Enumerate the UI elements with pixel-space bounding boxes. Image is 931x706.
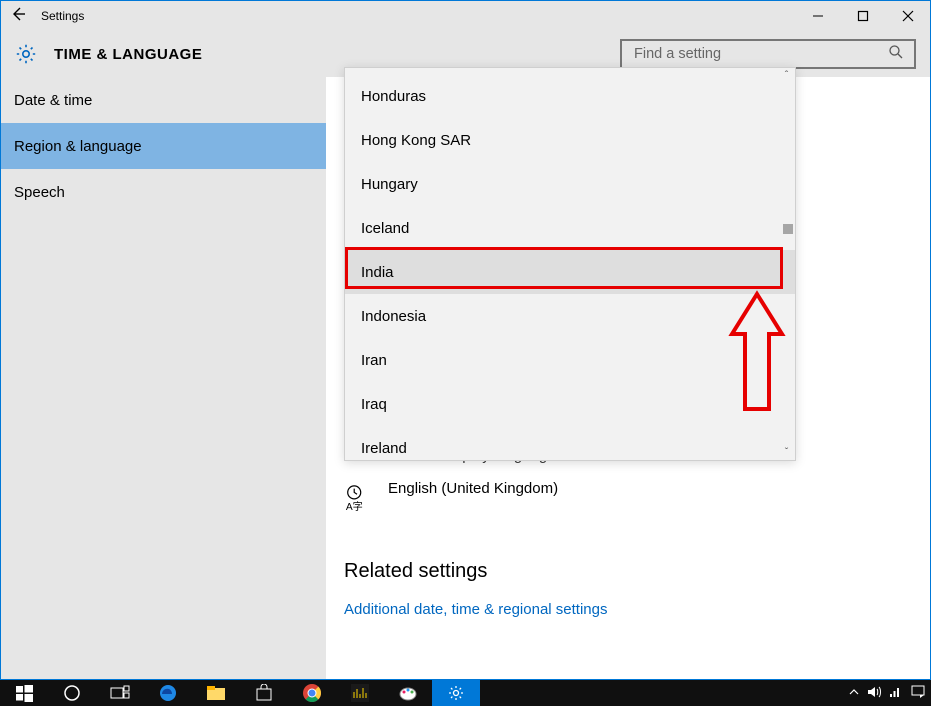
sidebar-item-speech[interactable]: Speech	[1, 169, 326, 215]
tray-notifications-icon[interactable]	[911, 685, 925, 702]
edge-icon[interactable]	[144, 680, 192, 706]
dropdown-item[interactable]: Iraq	[345, 382, 795, 426]
task-view-icon[interactable]	[96, 680, 144, 706]
dropdown-item-india[interactable]: India	[345, 250, 795, 294]
dropdown-item[interactable]: Indonesia	[345, 294, 795, 338]
sidebar-item-region-language[interactable]: Region & language	[1, 123, 326, 169]
maximize-button[interactable]	[840, 1, 885, 31]
dropdown-item[interactable]: Iran	[345, 338, 795, 382]
dropdown-item[interactable]: Honduras	[345, 74, 795, 118]
scroll-down-button[interactable]: ˇ	[778, 444, 795, 461]
start-button[interactable]	[0, 680, 48, 706]
paint-icon[interactable]	[384, 680, 432, 706]
scroll-up-button[interactable]: ˆ	[778, 67, 795, 84]
related-settings-link[interactable]: Additional date, time & regional setting…	[344, 601, 930, 618]
tray-chevron-icon[interactable]	[849, 687, 859, 700]
back-button[interactable]	[9, 5, 27, 28]
sidebar-item-label: Date & time	[14, 92, 92, 109]
clock-language-icon: A字	[344, 482, 370, 512]
app-icon-1[interactable]	[336, 680, 384, 706]
search-icon[interactable]	[888, 44, 904, 65]
store-icon[interactable]	[240, 680, 288, 706]
window-title: Settings	[41, 9, 84, 23]
tray-network-icon[interactable]	[889, 686, 903, 701]
search-input[interactable]	[632, 45, 882, 63]
search-box[interactable]	[620, 39, 916, 69]
related-settings-heading: Related settings	[344, 560, 930, 583]
language-row[interactable]: A字 English (United Kingdom)	[344, 480, 930, 512]
chrome-icon[interactable]	[288, 680, 336, 706]
settings-taskbar-icon[interactable]	[432, 680, 480, 706]
dropdown-item[interactable]: Hungary	[345, 162, 795, 206]
svg-text:A字: A字	[346, 500, 363, 512]
scrollbar-thumb[interactable]	[783, 224, 793, 234]
sidebar-item-label: Region & language	[14, 138, 142, 155]
language-name: English (United Kingdom)	[388, 480, 558, 497]
page-title: TIME & LANGUAGE	[54, 46, 202, 63]
taskbar[interactable]	[0, 680, 931, 706]
gear-icon	[14, 42, 38, 66]
cortana-icon[interactable]	[48, 680, 96, 706]
tray-volume-icon[interactable]	[867, 686, 881, 701]
dropdown-item[interactable]: Hong Kong SAR	[345, 118, 795, 162]
close-button[interactable]	[885, 1, 930, 31]
country-dropdown[interactable]: ˆ Honduras Hong Kong SAR Hungary Iceland…	[344, 67, 796, 461]
sidebar-item-date-time[interactable]: Date & time	[1, 77, 326, 123]
dropdown-item[interactable]: Iceland	[345, 206, 795, 250]
sidebar-item-label: Speech	[14, 184, 65, 201]
sidebar: Date & time Region & language Speech	[1, 77, 326, 679]
dropdown-item[interactable]: Ireland	[345, 426, 795, 470]
minimize-button[interactable]	[795, 1, 840, 31]
settings-window: Settings TIME & LANG	[0, 0, 931, 680]
file-explorer-icon[interactable]	[192, 680, 240, 706]
titlebar: Settings	[1, 1, 930, 31]
